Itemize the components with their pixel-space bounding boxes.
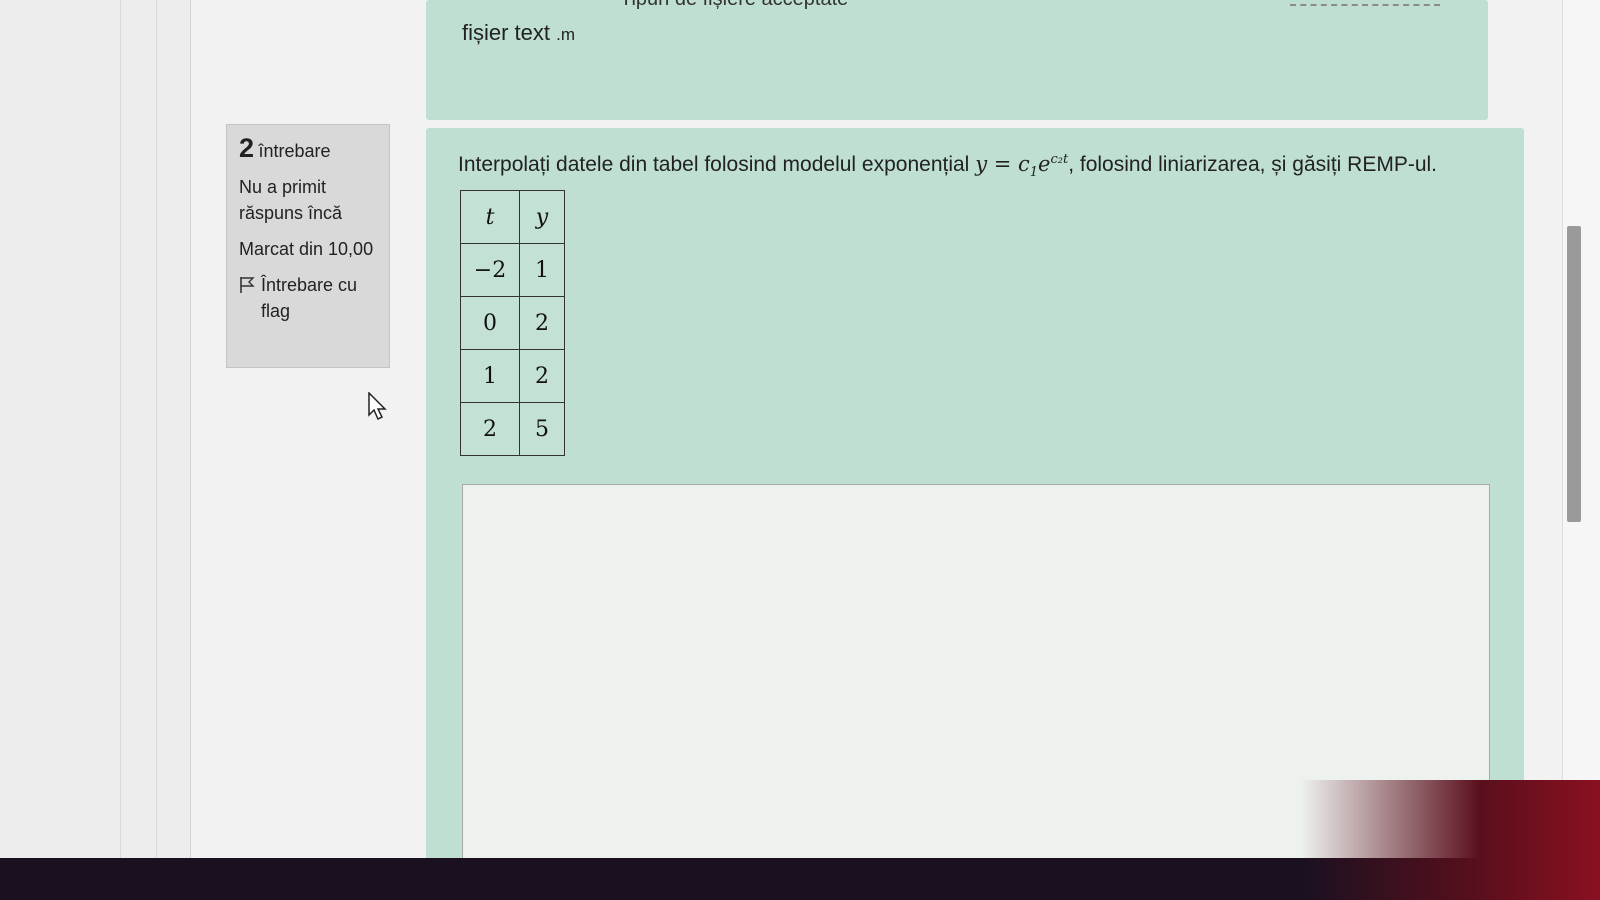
table-cell: 0 (460, 296, 520, 350)
previous-question-panel (426, 0, 1488, 120)
table-row: 1 2 (460, 349, 565, 403)
column-header: t (460, 190, 520, 244)
question-number: 2 (239, 133, 255, 163)
question-info-box: 2 întrebare Nu a primit răspuns încă Mar… (226, 124, 390, 368)
table-cell: 5 (519, 402, 565, 456)
column-header: y (519, 190, 565, 244)
scrollbar-thumb[interactable] (1567, 226, 1581, 522)
accepted-file-types-heading: Tipuri de fișiere acceptate (620, 0, 848, 11)
table-header-row: t y (460, 190, 565, 244)
question-text: Interpolați datele din tabel folosind mo… (458, 152, 1437, 180)
table-cell: 2 (519, 349, 565, 403)
mouse-cursor-icon (368, 392, 387, 421)
exponential-formula: y = c1ec₂t (975, 152, 1069, 180)
question-label: întrebare (258, 141, 331, 161)
table-cell: 2 (460, 402, 520, 456)
table-cell: 1 (519, 243, 565, 297)
question-marks: Marcat din 10,00 (239, 239, 374, 259)
flag-icon (240, 277, 255, 293)
formula-subscript: 1 (1029, 165, 1039, 181)
question-text-end: , folosind liniarizarea, și găsiți REMP-… (1068, 153, 1438, 176)
question-text-start: Interpolați datele din tabel folosind mo… (458, 153, 976, 176)
file-type-label: fișier text (462, 20, 551, 45)
formula-exponent: c₂t (1050, 152, 1069, 167)
browser-screen: Tipuri de fișiere acceptate fișier text … (0, 0, 1600, 858)
flag-label: Întrebare cu flag (261, 275, 358, 321)
formula-base: e (1038, 152, 1051, 176)
accepted-file-type: fișier text .m (462, 20, 575, 46)
table-cell: 1 (460, 349, 520, 403)
table-cell: −2 (460, 243, 520, 297)
page-scrollbar[interactable] (1562, 0, 1600, 858)
divider (156, 0, 157, 858)
file-extension: .m (556, 25, 576, 44)
divider (120, 0, 121, 858)
left-drawer (0, 0, 191, 858)
table-cell: 2 (519, 296, 565, 350)
data-table: t y −2 1 0 2 1 2 2 5 (460, 190, 565, 456)
table-row: 2 5 (460, 402, 565, 456)
formula-lhs: y = c (975, 152, 1030, 176)
flag-question-button[interactable]: Întrebare cu flag (239, 272, 377, 324)
answer-status: Nu a primit răspuns încă (239, 177, 343, 223)
table-row: −2 1 (460, 243, 565, 297)
upload-dropzone-edge[interactable] (1290, 0, 1440, 6)
table-row: 0 2 (460, 296, 565, 350)
background-glow (1300, 780, 1600, 900)
